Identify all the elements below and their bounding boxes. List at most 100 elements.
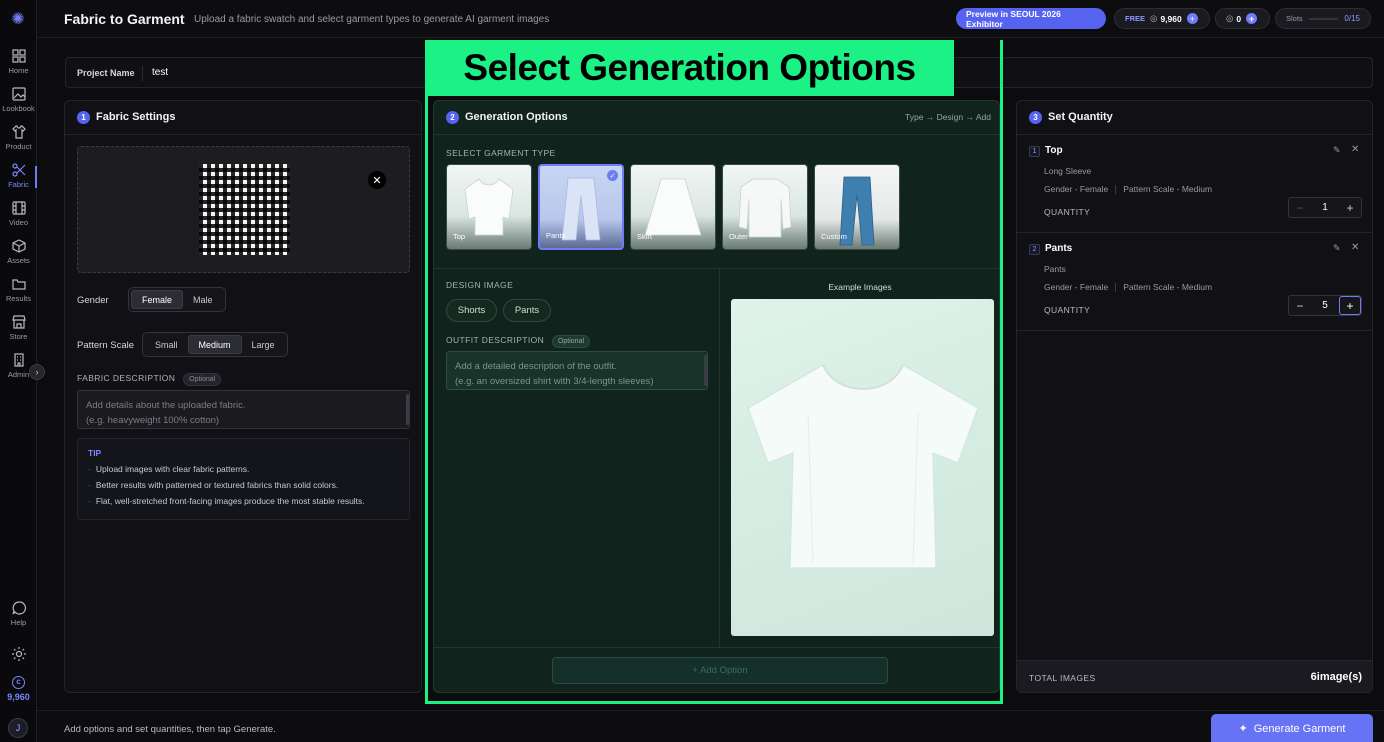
item-number: 2 <box>1029 244 1040 255</box>
store-icon <box>11 315 26 329</box>
coins-pill[interactable]: ◎ 0 + <box>1215 8 1270 29</box>
slots-label: Slots <box>1286 14 1303 23</box>
remove-fabric-button[interactable]: ✕ <box>368 171 386 189</box>
page-subtitle: Upload a fabric swatch and select garmen… <box>194 14 550 25</box>
quantity-stepper: − 5 + <box>1288 295 1362 316</box>
film-icon <box>11 201 26 215</box>
item-pattern: Pattern Scale - Medium <box>1123 282 1213 292</box>
sidebar-item-label: Assets <box>7 256 30 265</box>
gender-option-female[interactable]: Female <box>131 290 184 309</box>
increment-button[interactable]: + <box>1339 296 1361 315</box>
sidebar-item-label: Results <box>5 294 31 303</box>
pattern-option-medium[interactable]: Medium <box>187 335 242 354</box>
decrement-button[interactable]: − <box>1289 296 1311 315</box>
highlight-frame <box>425 40 1003 704</box>
quantity-value[interactable]: 5 <box>1311 300 1339 311</box>
chevron-right-icon: › <box>35 367 39 377</box>
sidebar-item-results[interactable]: Results <box>0 276 37 312</box>
credits-pill[interactable]: FREE ◎ 9,960 + <box>1114 8 1210 29</box>
remove-icon[interactable]: ✕ <box>1351 144 1359 155</box>
step-badge: 3 <box>1029 111 1042 124</box>
decrement-button[interactable]: − <box>1289 198 1311 217</box>
sidebar-item-fabric[interactable]: Fabric <box>0 162 37 198</box>
sidebar-expand-button[interactable]: › <box>29 364 45 380</box>
coins-value: 0 <box>1236 13 1242 24</box>
sidebar-item-label: Admin <box>7 370 30 379</box>
item-meta: Gender - Female Pattern Scale - Medium <box>1044 282 1213 293</box>
quantity-item: 2 Pants ✎ ✕ Pants Gender - Female Pattern… <box>1017 233 1372 331</box>
item-gender: Gender - Female <box>1044 184 1109 194</box>
fabric-description-heading: FABRIC DESCRIPTION Optional <box>77 373 222 386</box>
divider <box>142 66 143 81</box>
preview-exhibitor-button[interactable]: Preview in SEOUL 2026 Exhibitor <box>956 8 1106 29</box>
step-badge: 1 <box>77 111 90 124</box>
item-meta: Gender - Female Pattern Scale - Medium <box>1044 184 1213 195</box>
sidebar-item-lookbook[interactable]: Lookbook <box>0 86 37 122</box>
total-images-bar: TOTAL IMAGES 6image(s) <box>1017 660 1372 692</box>
placeholder-line: (e.g. heavyweight 100% cotton) <box>86 415 220 426</box>
pattern-scale-segmented-control: Small Medium Large <box>142 332 288 357</box>
quantity-label: QUANTITY <box>1044 305 1091 315</box>
pattern-option-small[interactable]: Small <box>145 335 188 354</box>
slots-pill: Slots 0/15 <box>1275 8 1371 29</box>
credit-coin-icon: c <box>12 676 25 689</box>
sparkle-icon: ✦ <box>1238 723 1248 735</box>
folder-icon <box>11 279 26 290</box>
sidebar-item-home[interactable]: Home <box>0 48 37 84</box>
item-number: 1 <box>1029 146 1040 157</box>
placeholder-line: Add details about the uploaded fabric. <box>86 400 246 411</box>
sidebar-item-label: Help <box>10 618 27 627</box>
sidebar-item-label: Store <box>9 332 28 341</box>
sidebar-item-product[interactable]: Product <box>0 124 37 160</box>
home-grid-icon <box>11 49 26 63</box>
sidebar-item-video[interactable]: Video <box>0 200 37 236</box>
total-images-value: 6image(s) <box>1310 671 1362 683</box>
sidebar-item-label: Video <box>8 218 29 227</box>
fabric-description-input[interactable]: Add details about the uploaded fabric. (… <box>77 390 410 429</box>
building-icon <box>13 353 24 367</box>
slots-value: 0/15 <box>1344 14 1360 23</box>
add-credits-icon[interactable]: + <box>1186 13 1198 24</box>
edit-icon[interactable]: ✎ <box>1333 243 1341 254</box>
sidebar-item-store[interactable]: Store <box>0 314 37 350</box>
quantity-value[interactable]: 1 <box>1311 202 1339 213</box>
project-name-label: Project Name <box>77 68 135 78</box>
set-quantity-panel: 3 Set Quantity 1 Top ✎ ✕ Long Sleeve Gen… <box>1016 100 1373 693</box>
sidebar-item-label: Product <box>5 142 32 151</box>
slots-progress-bar <box>1308 17 1339 20</box>
top-header: Fabric to Garment Upload a fabric swatch… <box>37 0 1384 38</box>
cube-icon <box>11 239 26 253</box>
coin-icon: ◎ <box>1226 13 1234 23</box>
tip-title: TIP <box>88 448 102 458</box>
item-subtitle: Long Sleeve <box>1044 166 1092 176</box>
increment-button[interactable]: + <box>1339 198 1361 217</box>
gender-label: Gender <box>77 295 109 306</box>
app-logo-icon[interactable]: ✺ <box>7 8 29 30</box>
project-name-input[interactable]: test <box>152 67 168 78</box>
edit-icon[interactable]: ✎ <box>1333 145 1341 156</box>
item-pattern: Pattern Scale - Medium <box>1123 184 1213 194</box>
plan-badge: FREE <box>1125 14 1146 23</box>
panel-header: 3 Set Quantity <box>1017 101 1372 135</box>
credit-coin-icon: ◎ <box>1150 13 1158 23</box>
pattern-option-large[interactable]: Large <box>242 335 285 354</box>
tip-item: Flat, well-stretched front-facing images… <box>88 496 399 506</box>
sidebar-item-assets[interactable]: Assets <box>0 238 37 274</box>
sidebar-item-help[interactable]: Help <box>0 600 37 636</box>
page-title: Fabric to Garment <box>64 11 185 27</box>
pattern-scale-label: Pattern Scale <box>77 340 135 351</box>
fabric-settings-panel: 1 Fabric Settings ✕ Gender Female Male P… <box>64 100 422 693</box>
tip-box: TIP Upload images with clear fabric patt… <box>77 438 410 520</box>
sidebar-item-label: Home <box>8 66 29 75</box>
fabric-upload-area[interactable]: ✕ <box>77 146 410 273</box>
generate-garment-button[interactable]: ✦ Generate Garment <box>1211 714 1373 742</box>
panel-title: Fabric Settings <box>96 111 176 123</box>
close-icon: ✕ <box>372 174 382 187</box>
item-title: Top <box>1045 145 1063 156</box>
optional-badge: Optional <box>183 373 222 386</box>
fabric-swatch-image <box>199 164 290 255</box>
avatar[interactable]: J <box>8 718 28 738</box>
remove-icon[interactable]: ✕ <box>1351 242 1359 253</box>
gender-option-male[interactable]: Male <box>183 290 223 309</box>
add-coins-icon[interactable]: + <box>1246 13 1258 24</box>
